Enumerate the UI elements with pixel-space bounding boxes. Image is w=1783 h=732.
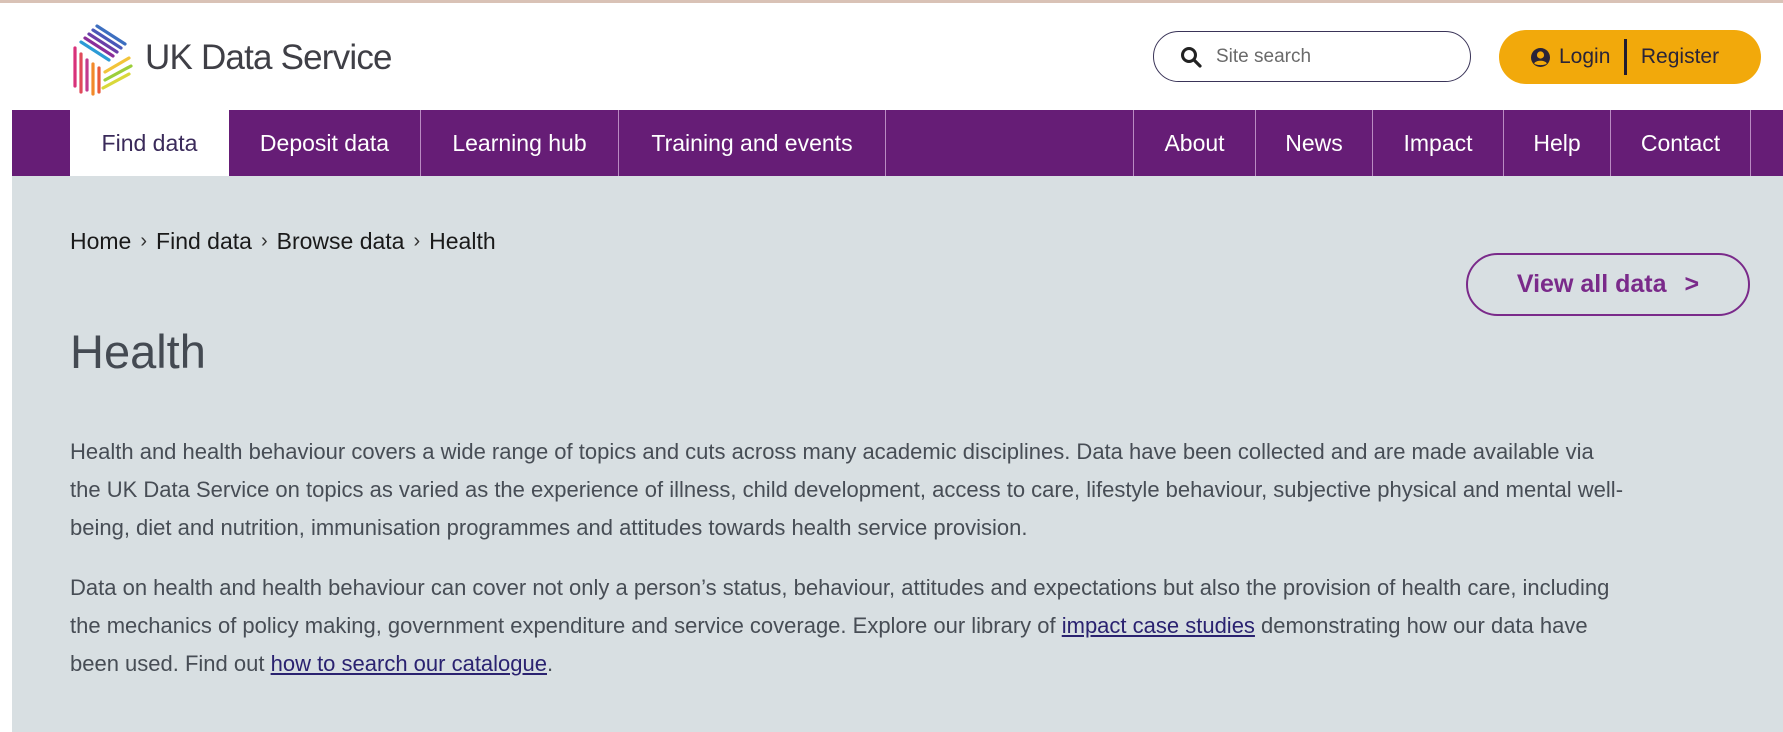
view-all-data-label: View all data xyxy=(1516,270,1667,298)
main-content: Home › Find data › Browse data › Health … xyxy=(12,176,1783,732)
nav-item-contact[interactable]: Contact xyxy=(1611,110,1751,176)
breadcrumb-separator: › xyxy=(260,230,268,252)
nav-item-find-data[interactable]: Find data xyxy=(70,110,229,176)
breadcrumb-browse-data[interactable]: Browse data xyxy=(277,228,405,255)
site-header: UK Data Service Login Register xyxy=(12,3,1783,110)
register-button[interactable]: Register xyxy=(1641,45,1719,69)
chevron-right-icon: > xyxy=(1684,270,1700,298)
breadcrumb-separator: › xyxy=(413,230,421,252)
breadcrumb: Home › Find data › Browse data › Health xyxy=(70,228,496,255)
auth-divider xyxy=(1624,39,1627,75)
user-icon xyxy=(1531,47,1550,67)
detail-text-3: . xyxy=(547,651,554,676)
auth-panel: Login Register xyxy=(1499,30,1761,84)
nav-item-deposit-data[interactable]: Deposit data xyxy=(229,110,421,176)
nav-item-impact[interactable]: Impact xyxy=(1373,110,1504,176)
nav-item-news[interactable]: News xyxy=(1256,110,1373,176)
nav-item-about[interactable]: About xyxy=(1134,110,1256,176)
breadcrumb-current: Health xyxy=(429,228,496,254)
login-label: Login xyxy=(1559,45,1611,68)
page-title: Health xyxy=(70,325,206,378)
impact-case-studies-link[interactable]: impact case studies xyxy=(1062,613,1255,638)
main-nav: Find data Deposit data Learning hub Trai… xyxy=(12,110,1783,176)
breadcrumb-find-data[interactable]: Find data xyxy=(156,228,252,255)
logo-mark-icon xyxy=(73,24,133,96)
search-icon[interactable] xyxy=(1180,46,1202,68)
site-search[interactable] xyxy=(1153,31,1471,82)
nav-item-training-and-events[interactable]: Training and events xyxy=(619,110,886,176)
detail-paragraph: Data on health and health behaviour can … xyxy=(70,569,1625,683)
view-all-data-button[interactable]: View all data > xyxy=(1466,253,1750,316)
breadcrumb-separator: › xyxy=(140,230,148,252)
nav-item-help[interactable]: Help xyxy=(1504,110,1611,176)
intro-paragraph: Health and health behaviour covers a wid… xyxy=(70,439,1624,540)
breadcrumb-home[interactable]: Home xyxy=(70,228,131,255)
login-button[interactable]: Login xyxy=(1530,45,1610,69)
site-logo[interactable]: UK Data Service xyxy=(69,20,393,96)
logo-text: UK Data Service xyxy=(145,38,393,77)
nav-spacer xyxy=(886,110,1134,176)
search-input[interactable] xyxy=(1216,45,1446,68)
search-catalogue-link[interactable]: how to search our catalogue xyxy=(271,651,547,676)
nav-item-learning-hub[interactable]: Learning hub xyxy=(421,110,619,176)
